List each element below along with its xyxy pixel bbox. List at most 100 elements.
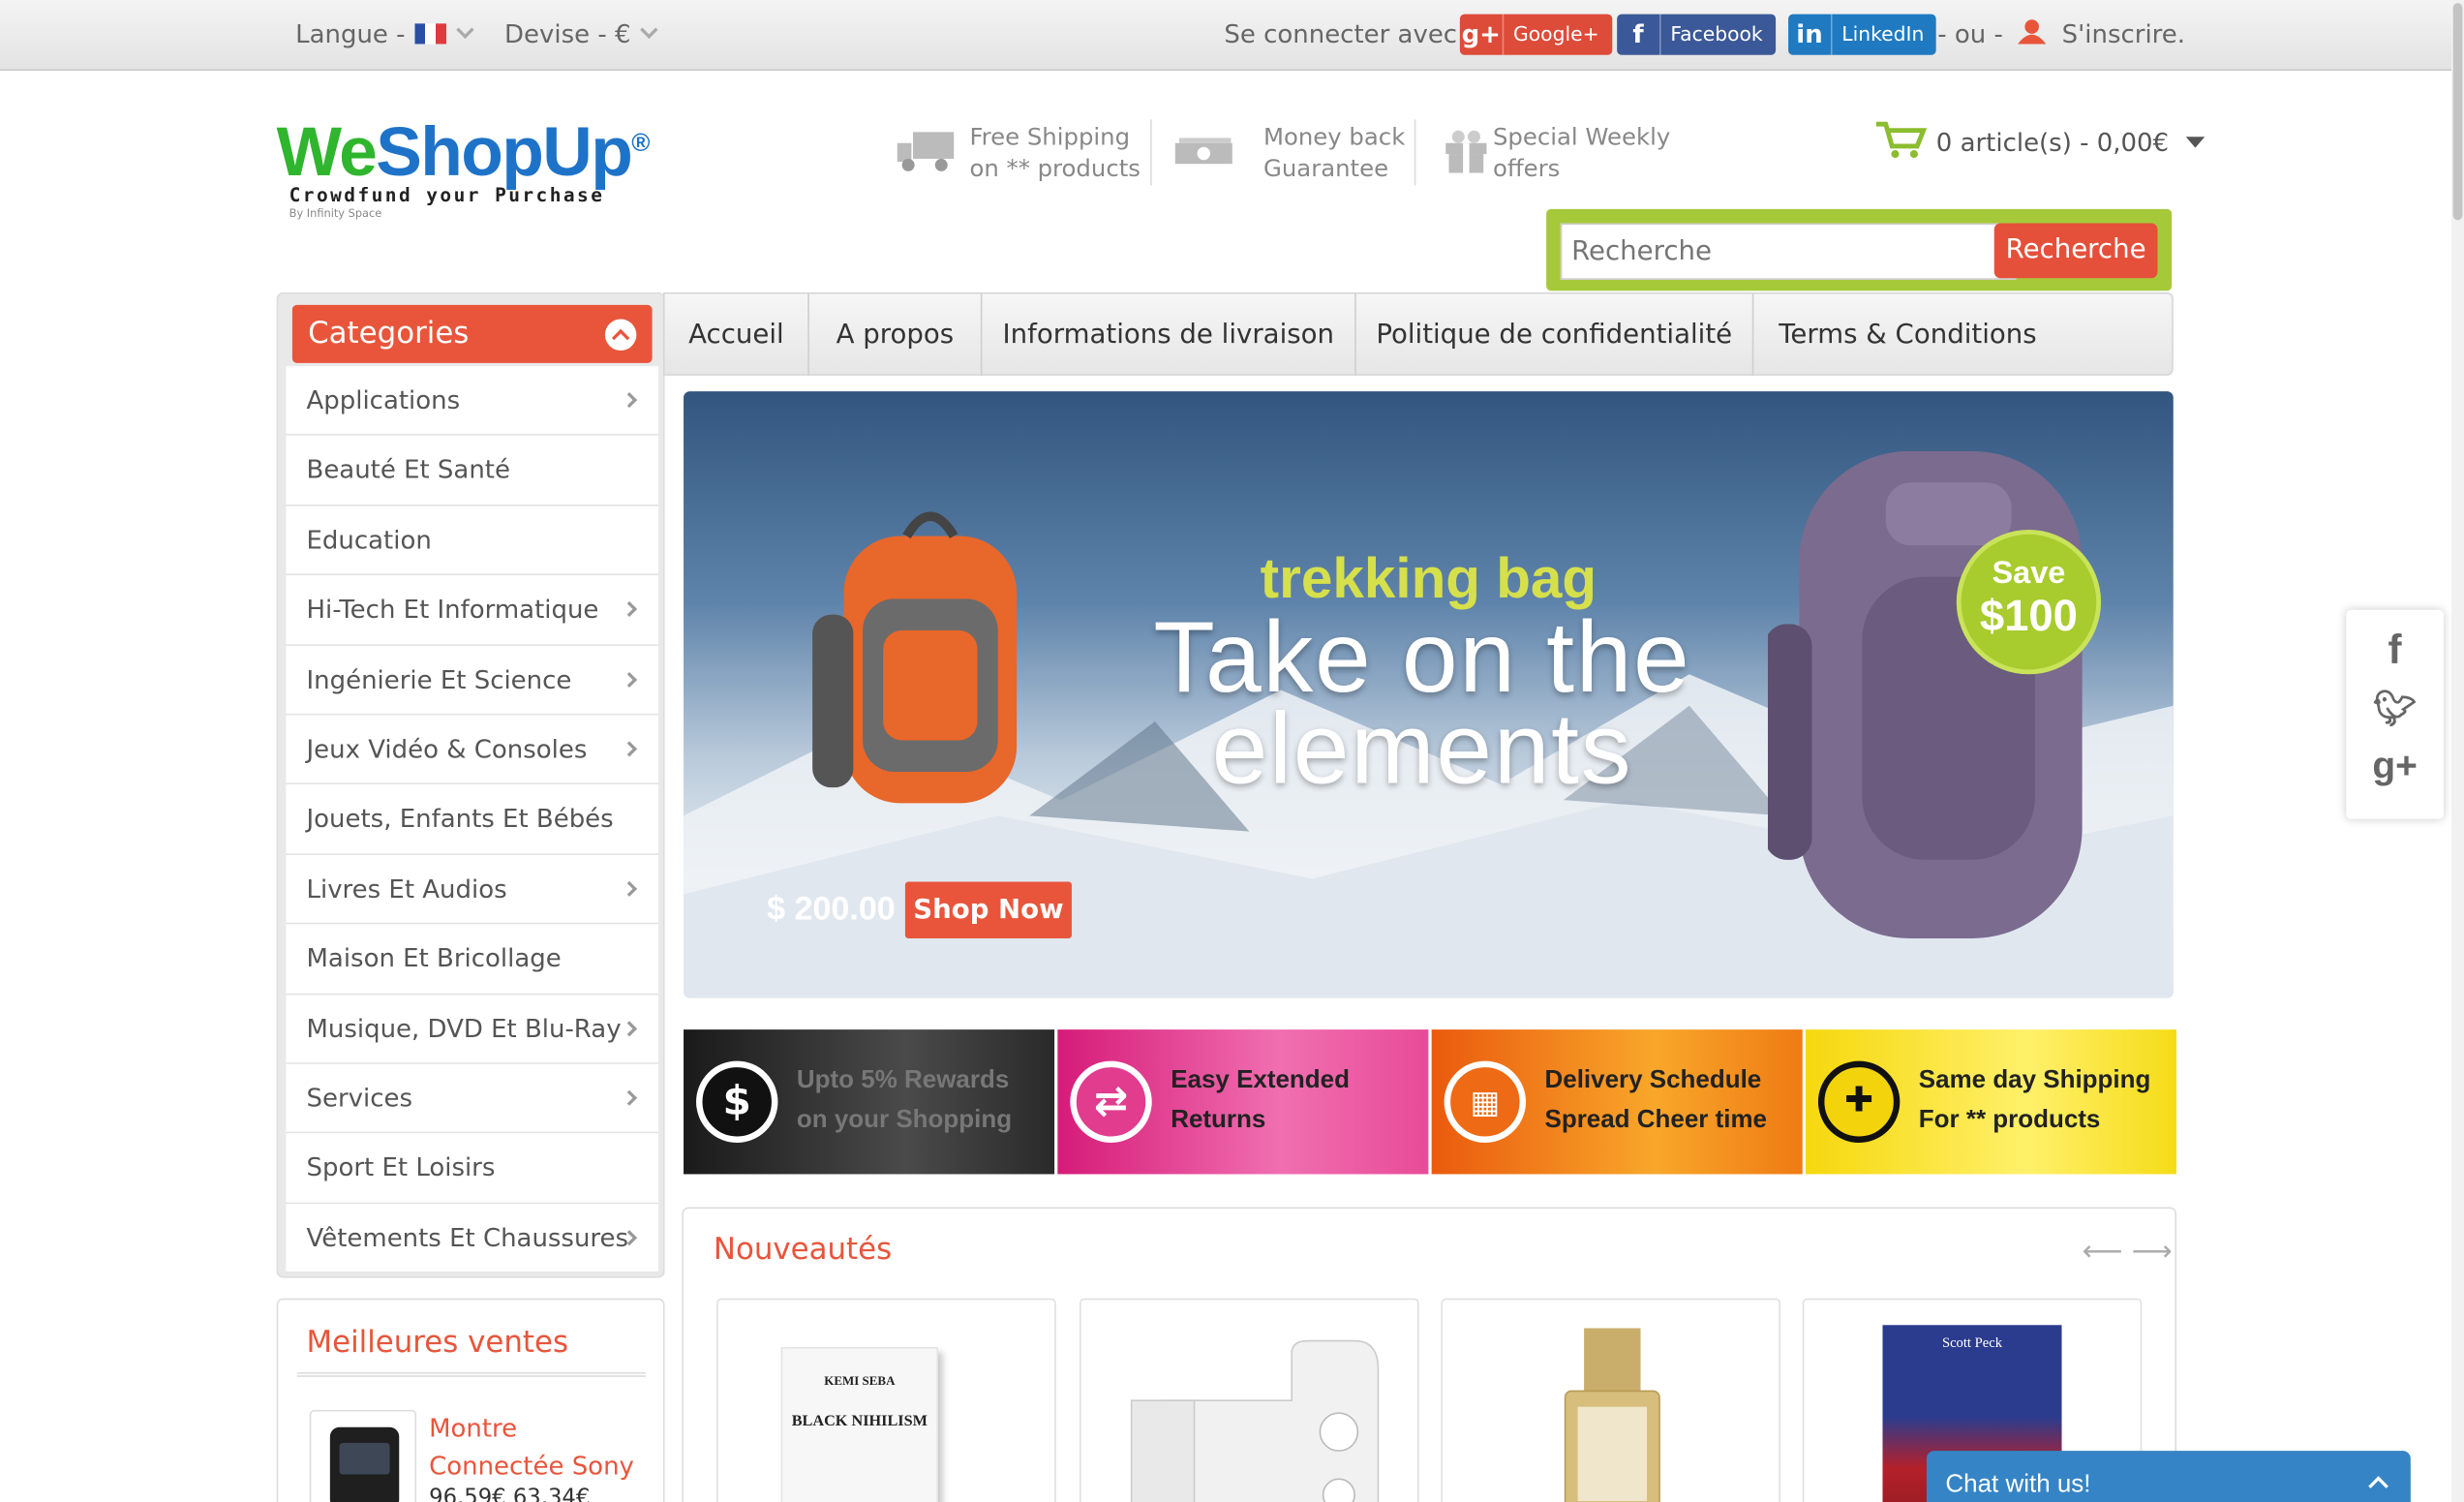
category-item[interactable]: Hi-Tech Et Informatique	[286, 575, 659, 646]
hero-banner[interactable]: trekking bag Take on the elements Save $…	[684, 391, 2174, 998]
chevron-down-icon	[640, 20, 659, 40]
chevron-right-icon	[622, 1089, 638, 1106]
feature-box-line: Easy Extended	[1171, 1067, 1350, 1094]
category-item[interactable]: Maison Et Bricollage	[286, 924, 659, 995]
nav-confidentialite[interactable]: Politique de confidentialité	[1356, 293, 1754, 376]
linkedin-label: LinkedIn	[1841, 21, 1925, 46]
arrow-right-icon[interactable]: ⟶	[2132, 1236, 2173, 1269]
category-item[interactable]: Beauté Et Santé	[286, 436, 659, 506]
feature-line: Free Shipping	[969, 122, 1131, 151]
feature-box-line: Upto 5% Rewards	[796, 1067, 1010, 1094]
category-item[interactable]: Sport Et Loisirs	[286, 1133, 659, 1204]
purple-backpack-image	[1767, 450, 2083, 938]
facebook-label: Facebook	[1670, 21, 1763, 46]
chevron-up-icon[interactable]	[604, 319, 637, 351]
return-icon: ⇄	[1070, 1060, 1152, 1143]
category-list: Applications Beauté Et Santé Education Hi-T…	[286, 366, 659, 1273]
google-plus-icon: g+	[1460, 14, 1505, 55]
product-card[interactable]: KEMI SEBA BLACK NIHILISM	[716, 1298, 1056, 1502]
sewing-machine-image	[1130, 1339, 1380, 1502]
facebook-login-button[interactable]: f Facebook	[1617, 14, 1776, 55]
facebook-icon: f	[1617, 14, 1661, 55]
bestseller-thumbnail[interactable]	[309, 1409, 417, 1502]
record-author: Scott Peck	[1941, 1334, 2003, 1351]
new-products-title: Nouveautés	[713, 1232, 893, 1268]
feature-box-line: on your Shopping	[796, 1106, 1013, 1134]
categories-header[interactable]: Categories	[291, 304, 653, 363]
money-icon	[1174, 138, 1232, 165]
category-item[interactable]: Ingénierie Et Science	[286, 645, 659, 716]
category-item[interactable]: Services	[286, 1063, 659, 1134]
feature-box-delivery[interactable]: ▦ Delivery Schedule Spread Cheer time	[1431, 1029, 1803, 1175]
page-scrollbar[interactable]	[2451, 0, 2464, 1502]
gift-icon: ✚	[1817, 1060, 1901, 1143]
feature-free-shipping: Free Shipping on ** products	[896, 121, 1141, 184]
bestseller-name[interactable]: Montre Connectée Sony	[429, 1410, 649, 1486]
currency-selector[interactable]: Devise - €	[504, 18, 659, 48]
feature-box-returns[interactable]: ⇄ Easy Extended Returns	[1057, 1029, 1429, 1175]
facebook-icon[interactable]: f	[2346, 626, 2444, 674]
feature-line: Money back	[1262, 122, 1406, 151]
category-item[interactable]: Livres Et Audios	[286, 854, 659, 925]
search-button[interactable]: Recherche	[1993, 223, 2158, 279]
bestseller-price: 96,59€ 63,34€	[429, 1485, 591, 1502]
book-image: KEMI SEBA BLACK NIHILISM	[780, 1346, 938, 1502]
category-label: Vêtements Et Chaussures	[306, 1222, 629, 1253]
chevron-right-icon	[622, 1020, 638, 1036]
feature-money-back: Money back Guarantee	[1173, 121, 1405, 184]
product-card[interactable]	[1441, 1298, 1780, 1502]
category-item[interactable]: Jouets, Enfants Et Bébés	[286, 784, 659, 855]
category-item[interactable]: Jeux Vidéo & Consoles	[286, 715, 659, 785]
shop-now-button[interactable]: Shop Now	[904, 881, 1072, 938]
logo-we: We	[276, 113, 378, 192]
linkedin-icon: in	[1788, 14, 1833, 55]
twitter-icon[interactable]: 🐦︎	[2346, 689, 2444, 729]
category-item[interactable]: Musique, DVD Et Blu-Ray	[286, 994, 659, 1064]
feature-line: offers	[1492, 154, 1561, 183]
chat-widget[interactable]: Chat with us!	[1926, 1451, 2411, 1502]
feature-box-line: Spread Cheer time	[1544, 1106, 1767, 1134]
nav-a-propos[interactable]: A propos	[809, 293, 983, 376]
dollar-icon: $	[696, 1060, 778, 1143]
category-label: Jouets, Enfants Et Bébés	[306, 803, 614, 834]
chevron-right-icon	[622, 880, 638, 897]
category-item[interactable]: Education	[286, 506, 659, 576]
feature-line: Guarantee	[1262, 154, 1389, 183]
site-logo[interactable]: WeShopUp®	[276, 107, 651, 192]
scrollbar-thumb[interactable]	[2452, 3, 2463, 221]
category-item[interactable]: Applications	[286, 366, 659, 437]
product-card[interactable]	[1080, 1298, 1419, 1502]
feature-line: on ** products	[969, 154, 1141, 183]
top-bar: Langue - Devise - € Se connecter avec g+…	[0, 0, 2452, 72]
gift-icon	[1445, 130, 1487, 173]
chevron-up-icon[interactable]	[2368, 1476, 2388, 1496]
signup-link[interactable]: S'inscrire.	[2018, 18, 2185, 48]
social-share-bar: f 🐦︎ g+	[2346, 609, 2444, 819]
logo-tagline: Crowdfund your Purchase	[289, 183, 605, 206]
chevron-right-icon	[622, 392, 638, 409]
feature-box-line: For ** products	[1918, 1106, 2101, 1134]
search-input[interactable]	[1560, 223, 2017, 280]
categories-title: Categories	[308, 316, 470, 351]
category-label: Education	[306, 524, 432, 555]
arrow-left-icon[interactable]: ⟵	[2083, 1236, 2123, 1269]
save-label: Save	[1992, 556, 2066, 592]
linkedin-login-button[interactable]: in LinkedIn	[1788, 14, 1937, 55]
nav-livraison[interactable]: Informations de livraison	[982, 293, 1356, 376]
google-login-button[interactable]: g+ Google+	[1459, 14, 1612, 55]
logo-shopup: ShopUp	[376, 113, 633, 192]
feature-box-same-day[interactable]: ✚ Same day Shipping For ** products	[1805, 1029, 2176, 1175]
language-selector[interactable]: Langue -	[295, 18, 474, 48]
carousel-arrows: ⟵ ⟶	[2083, 1236, 2173, 1269]
feature-box-rewards[interactable]: $ Upto 5% Rewards on your Shopping	[684, 1029, 1055, 1175]
category-label: Hi-Tech Et Informatique	[306, 594, 599, 625]
nav-terms[interactable]: Terms & Conditions	[1753, 294, 2061, 376]
cart-label: 0 article(s) - 0,00€	[1935, 127, 2170, 158]
category-label: Sport Et Loisirs	[306, 1152, 496, 1183]
nav-accueil[interactable]: Accueil	[665, 293, 809, 376]
cart-summary[interactable]: 0 article(s) - 0,00€	[1874, 119, 2205, 160]
divider	[1150, 119, 1152, 186]
google-plus-icon[interactable]: g+	[2346, 745, 2444, 788]
book-author: KEMI SEBA	[824, 1373, 896, 1389]
category-item[interactable]: Vêtements Et Chaussures	[286, 1203, 659, 1273]
